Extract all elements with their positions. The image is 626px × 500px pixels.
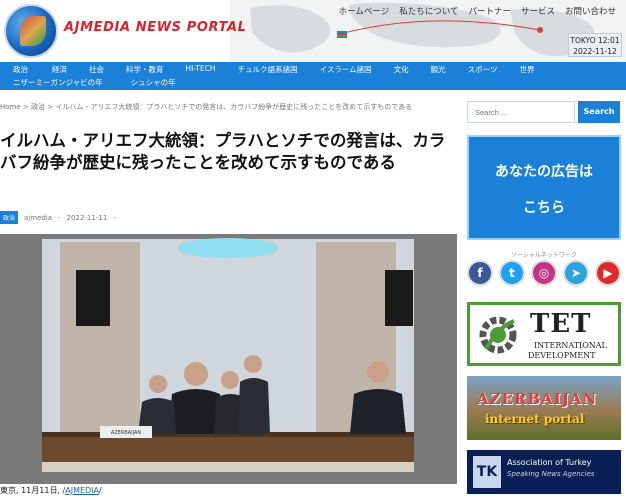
category-nav-row-1: 政治 経済 社会 科学・教育 HI-TECH チュルク語系諸国 イスラーム諸国 …: [0, 64, 535, 75]
summit-photo-illustration: AZERBAIJAN: [0, 234, 457, 484]
clock-date: 2022-11-12: [573, 47, 617, 56]
article-photo: AZERBAIJAN: [0, 234, 457, 484]
nav-economy[interactable]: 経済: [52, 64, 67, 75]
nav-politics[interactable]: 政治: [13, 64, 28, 75]
tet-line-2: DEVELOPMENT: [528, 351, 596, 360]
breadcrumb-separator: >: [22, 103, 29, 111]
topnav-home[interactable]: ホームページ: [339, 5, 390, 17]
tet-banner[interactable]: TET INTERNATIONAL DEVELOPMENT: [467, 302, 621, 366]
clock-time: TOKYO 12:01: [570, 36, 620, 45]
social-icons: f t ◎ ➤ ▶: [467, 260, 621, 286]
turkic-agencies-banner[interactable]: TK Association of Turkey Speaking News A…: [467, 450, 621, 494]
instagram-icon[interactable]: ◎: [531, 260, 557, 286]
tk-line-1: Association of Turkey: [507, 458, 592, 467]
search-button[interactable]: Search: [578, 101, 620, 123]
site-header: AJMEDIA NEWS PORTAL ホームページ 私たちについて パートナー…: [0, 0, 626, 62]
ad-line-2: こちら: [523, 200, 565, 216]
article-title: イルハム・アリエフ大統領：プラハとソチでの発言は、カラバフ紛争が歴史に残ったこと…: [0, 131, 446, 172]
site-logo[interactable]: [4, 4, 58, 58]
breadcrumb-current: イルハム・アリエフ大統領：プラハとソチでの発言は、カラバフ紛争が歴史に残ったこと…: [55, 103, 413, 111]
nav-science-education[interactable]: 科学・教育: [126, 64, 164, 75]
nav-world[interactable]: 世界: [520, 64, 535, 75]
photo-caption: 東京, 11月11日, /AJMEDIA/: [0, 485, 102, 496]
tk-logo: TK: [473, 456, 501, 488]
nav-culture[interactable]: 文化: [394, 64, 409, 75]
site-logo-text[interactable]: AJMEDIA NEWS PORTAL: [64, 20, 247, 35]
tk-line-2: Speaking News Agencies: [507, 470, 595, 478]
gear-icon: [479, 316, 517, 354]
nav-turkic-states[interactable]: チュルク語系諸国: [238, 64, 298, 75]
ad-line-1: あなたの広告は: [495, 164, 593, 180]
photo-nameplate: AZERBAIJAN: [111, 430, 142, 436]
nav-tourism[interactable]: 観光: [431, 64, 446, 75]
breadcrumb-category[interactable]: 政治: [31, 103, 45, 111]
caption-slash: /: [99, 486, 102, 495]
nav-hitech[interactable]: HI-TECH: [186, 64, 216, 75]
az-banner-subtitle: internet portal: [485, 412, 585, 426]
nav-sports[interactable]: スポーツ: [468, 64, 498, 75]
nav-islamic-countries[interactable]: イスラーム諸国: [320, 64, 372, 75]
article-date: 2022-11-11: [66, 213, 108, 222]
tet-logo-text: TET: [530, 309, 592, 339]
telegram-icon[interactable]: ➤: [563, 260, 589, 286]
top-navigation: ホームページ 私たちについて パートナー サービス お問い合わせ: [339, 5, 616, 17]
search-input[interactable]: [467, 101, 575, 123]
topnav-about[interactable]: 私たちについて: [399, 5, 458, 17]
azerbaijan-portal-banner[interactable]: AZERBAIJAN internet portal: [467, 376, 621, 440]
meta-separator: -: [58, 213, 61, 222]
category-badge[interactable]: 政治: [0, 211, 19, 224]
breadcrumb-separator: >: [47, 103, 54, 111]
tokyo-clock: TOKYO 12:01 2022-11-12: [568, 33, 622, 57]
meta-separator: -: [113, 213, 116, 222]
caption-text: 東京, 11月11日, /: [0, 486, 66, 495]
category-nav-row-2: ニザーミーガンジャビの年 シュシャの年: [0, 77, 176, 88]
breadcrumb: Home > 政治 > イルハム・アリエフ大統領：プラハとソチでの発言は、カラバ…: [0, 102, 412, 112]
topnav-partners[interactable]: パートナー: [468, 5, 511, 17]
article-meta: 政治 ajmedia - 2022-11-11 -: [0, 211, 116, 224]
social-network-label: ソーシャルネットワーク: [511, 252, 577, 259]
topnav-services[interactable]: サービス: [521, 5, 555, 17]
nav-society[interactable]: 社会: [89, 64, 104, 75]
topnav-contact[interactable]: お問い合わせ: [565, 5, 616, 17]
youtube-icon[interactable]: ▶: [595, 260, 621, 286]
advertise-here-banner[interactable]: あなたの広告は こちら: [467, 135, 621, 240]
caption-source-link[interactable]: AJMEDIA: [65, 486, 99, 495]
az-banner-title: AZERBAIJAN: [477, 390, 598, 408]
breadcrumb-home[interactable]: Home: [0, 103, 21, 111]
facebook-icon[interactable]: f: [467, 260, 493, 286]
category-navigation: 政治 経済 社会 科学・教育 HI-TECH チュルク語系諸国 イスラーム諸国 …: [0, 62, 626, 90]
nav-shusha-year[interactable]: シュシャの年: [131, 77, 176, 88]
twitter-icon[interactable]: t: [499, 260, 525, 286]
article-author[interactable]: ajmedia: [24, 214, 52, 222]
tet-line-1: INTERNATIONAL: [534, 341, 607, 350]
nav-nizami-year[interactable]: ニザーミーガンジャビの年: [13, 77, 103, 88]
